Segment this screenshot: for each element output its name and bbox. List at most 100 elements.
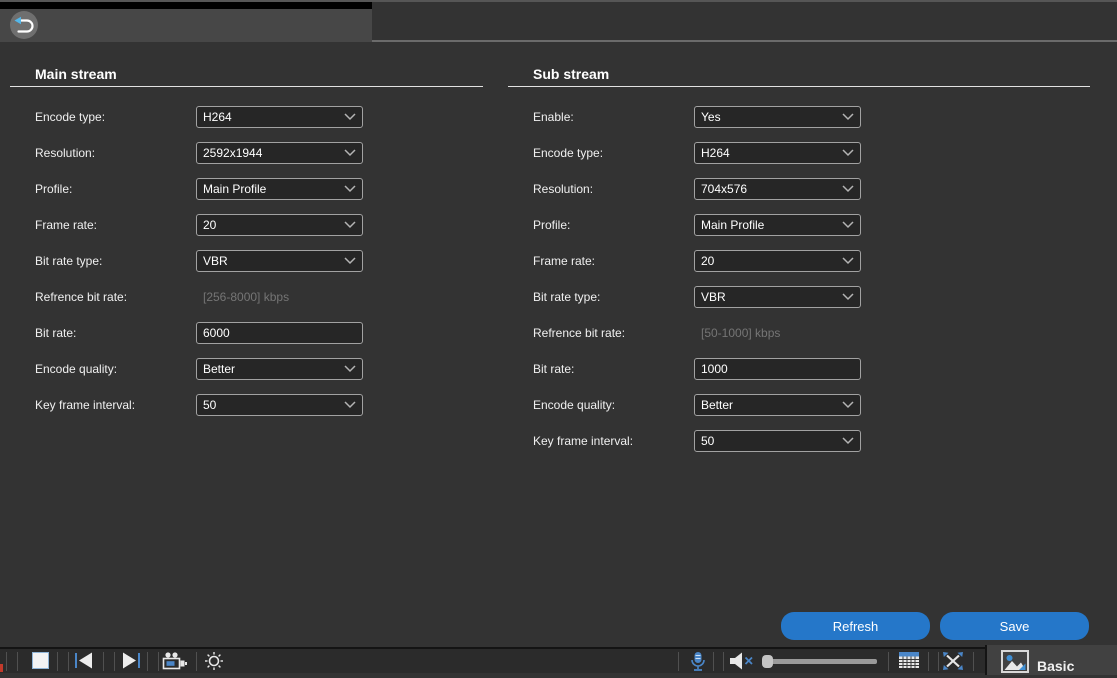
image-icon bbox=[1001, 650, 1029, 675]
encode-quality-select[interactable]: Better bbox=[694, 394, 861, 416]
field-reference-bit-rate: Refrence bit rate: [256-8000] kbps bbox=[35, 286, 363, 308]
enable-select[interactable]: Yes bbox=[694, 106, 861, 128]
toolbar-separator bbox=[928, 652, 929, 671]
toolbar-separator bbox=[938, 652, 939, 671]
camera-icon[interactable] bbox=[162, 651, 188, 676]
bottom-toolbar: Basic bbox=[0, 647, 1117, 673]
resolution-select[interactable]: 704x576 bbox=[694, 178, 861, 200]
select-value: 704x576 bbox=[701, 182, 747, 196]
previous-frame-icon[interactable] bbox=[74, 651, 96, 675]
encode-type-select[interactable]: H264 bbox=[694, 142, 861, 164]
encode-quality-select[interactable]: Better bbox=[196, 358, 363, 380]
select-value: 50 bbox=[203, 398, 216, 412]
toolbar-separator bbox=[147, 652, 148, 671]
chevron-down-icon bbox=[842, 257, 854, 265]
chevron-down-icon bbox=[344, 401, 356, 409]
toolbar-separator bbox=[723, 652, 724, 671]
field-resolution: Resolution: 704x576 bbox=[533, 178, 861, 200]
select-value: Better bbox=[701, 398, 733, 412]
chevron-down-icon bbox=[344, 149, 356, 157]
stop-icon[interactable] bbox=[31, 651, 50, 675]
field-label: Encode type: bbox=[533, 146, 694, 160]
profile-select[interactable]: Main Profile bbox=[196, 178, 363, 200]
toolbar-separator bbox=[57, 652, 58, 671]
field-key-frame-interval: Key frame interval: 50 bbox=[533, 430, 861, 452]
brightness-icon[interactable] bbox=[204, 651, 224, 676]
select-value: 50 bbox=[701, 434, 714, 448]
back-icon bbox=[10, 26, 38, 43]
main-stream-divider bbox=[10, 86, 483, 87]
toolbar-separator bbox=[6, 652, 7, 671]
chevron-down-icon bbox=[842, 113, 854, 121]
key-frame-interval-select[interactable]: 50 bbox=[694, 430, 861, 452]
chevron-down-icon bbox=[344, 221, 356, 229]
field-bit-rate: Bit rate: bbox=[35, 322, 363, 344]
toolbar-separator bbox=[196, 652, 197, 671]
grid-view-icon[interactable] bbox=[898, 651, 920, 675]
field-reference-bit-rate: Refrence bit rate: [50-1000] kbps bbox=[533, 322, 861, 344]
select-value: VBR bbox=[701, 290, 726, 304]
field-label: Key frame interval: bbox=[35, 398, 196, 412]
field-key-frame-interval: Key frame interval: 50 bbox=[35, 394, 363, 416]
resolution-select[interactable]: 2592x1944 bbox=[196, 142, 363, 164]
volume-slider[interactable] bbox=[765, 659, 877, 664]
basic-tab-label: Basic bbox=[1037, 658, 1074, 674]
chevron-down-icon bbox=[842, 293, 854, 301]
field-bit-rate: Bit rate: bbox=[533, 358, 861, 380]
field-label: Bit rate: bbox=[35, 326, 196, 340]
bit-rate-input[interactable] bbox=[196, 322, 363, 344]
toolbar-separator bbox=[17, 652, 18, 671]
toolbar-separator bbox=[103, 652, 104, 671]
field-label: Enable: bbox=[533, 110, 694, 124]
field-profile: Profile: Main Profile bbox=[35, 178, 363, 200]
select-value: 20 bbox=[701, 254, 714, 268]
bit-rate-type-select[interactable]: VBR bbox=[694, 286, 861, 308]
encode-type-select[interactable]: H264 bbox=[196, 106, 363, 128]
field-label: Resolution: bbox=[35, 146, 196, 160]
field-label: Resolution: bbox=[533, 182, 694, 196]
field-label: Encode quality: bbox=[533, 398, 694, 412]
field-label: Refrence bit rate: bbox=[533, 326, 694, 340]
field-label: Profile: bbox=[533, 218, 694, 232]
bit-rate-type-select[interactable]: VBR bbox=[196, 250, 363, 272]
reference-bit-rate-hint: [256-8000] kbps bbox=[196, 290, 363, 304]
chevron-down-icon bbox=[842, 437, 854, 445]
select-value: H264 bbox=[701, 146, 730, 160]
select-value: Main Profile bbox=[203, 182, 266, 196]
expand-icon[interactable] bbox=[942, 651, 964, 676]
microphone-icon[interactable] bbox=[689, 651, 707, 678]
field-frame-rate: Frame rate: 20 bbox=[35, 214, 363, 236]
toolbar-separator bbox=[973, 652, 974, 671]
key-frame-interval-select[interactable]: 50 bbox=[196, 394, 363, 416]
back-button[interactable] bbox=[10, 11, 38, 39]
main-stream-title: Main stream bbox=[35, 66, 117, 82]
field-profile: Profile: Main Profile bbox=[533, 214, 861, 236]
field-frame-rate: Frame rate: 20 bbox=[533, 250, 861, 272]
field-bit-rate-type: Bit rate type: VBR bbox=[35, 250, 363, 272]
chevron-down-icon bbox=[842, 401, 854, 409]
next-frame-icon[interactable] bbox=[119, 651, 141, 675]
speaker-muted-icon[interactable] bbox=[729, 651, 755, 676]
chevron-down-icon bbox=[344, 113, 356, 121]
basic-tab[interactable]: Basic bbox=[985, 645, 1117, 675]
select-value: Yes bbox=[701, 110, 721, 124]
field-label: Profile: bbox=[35, 182, 196, 196]
volume-slider-thumb[interactable] bbox=[762, 655, 773, 668]
profile-select[interactable]: Main Profile bbox=[694, 214, 861, 236]
refresh-button[interactable]: Refresh bbox=[781, 612, 930, 640]
field-encode-quality: Encode quality: Better bbox=[35, 358, 363, 380]
field-label: Frame rate: bbox=[533, 254, 694, 268]
frame-rate-select[interactable]: 20 bbox=[694, 250, 861, 272]
chevron-down-icon bbox=[344, 185, 356, 193]
toolbar-separator bbox=[114, 652, 115, 671]
chevron-down-icon bbox=[842, 149, 854, 157]
field-label: Bit rate type: bbox=[35, 254, 196, 268]
save-button[interactable]: Save bbox=[940, 612, 1089, 640]
select-value: Main Profile bbox=[701, 218, 764, 232]
frame-rate-select[interactable]: 20 bbox=[196, 214, 363, 236]
field-label: Bit rate: bbox=[533, 362, 694, 376]
bit-rate-input[interactable] bbox=[694, 358, 861, 380]
field-bit-rate-type: Bit rate type: VBR bbox=[533, 286, 861, 308]
field-resolution: Resolution: 2592x1944 bbox=[35, 142, 363, 164]
chevron-down-icon bbox=[344, 257, 356, 265]
